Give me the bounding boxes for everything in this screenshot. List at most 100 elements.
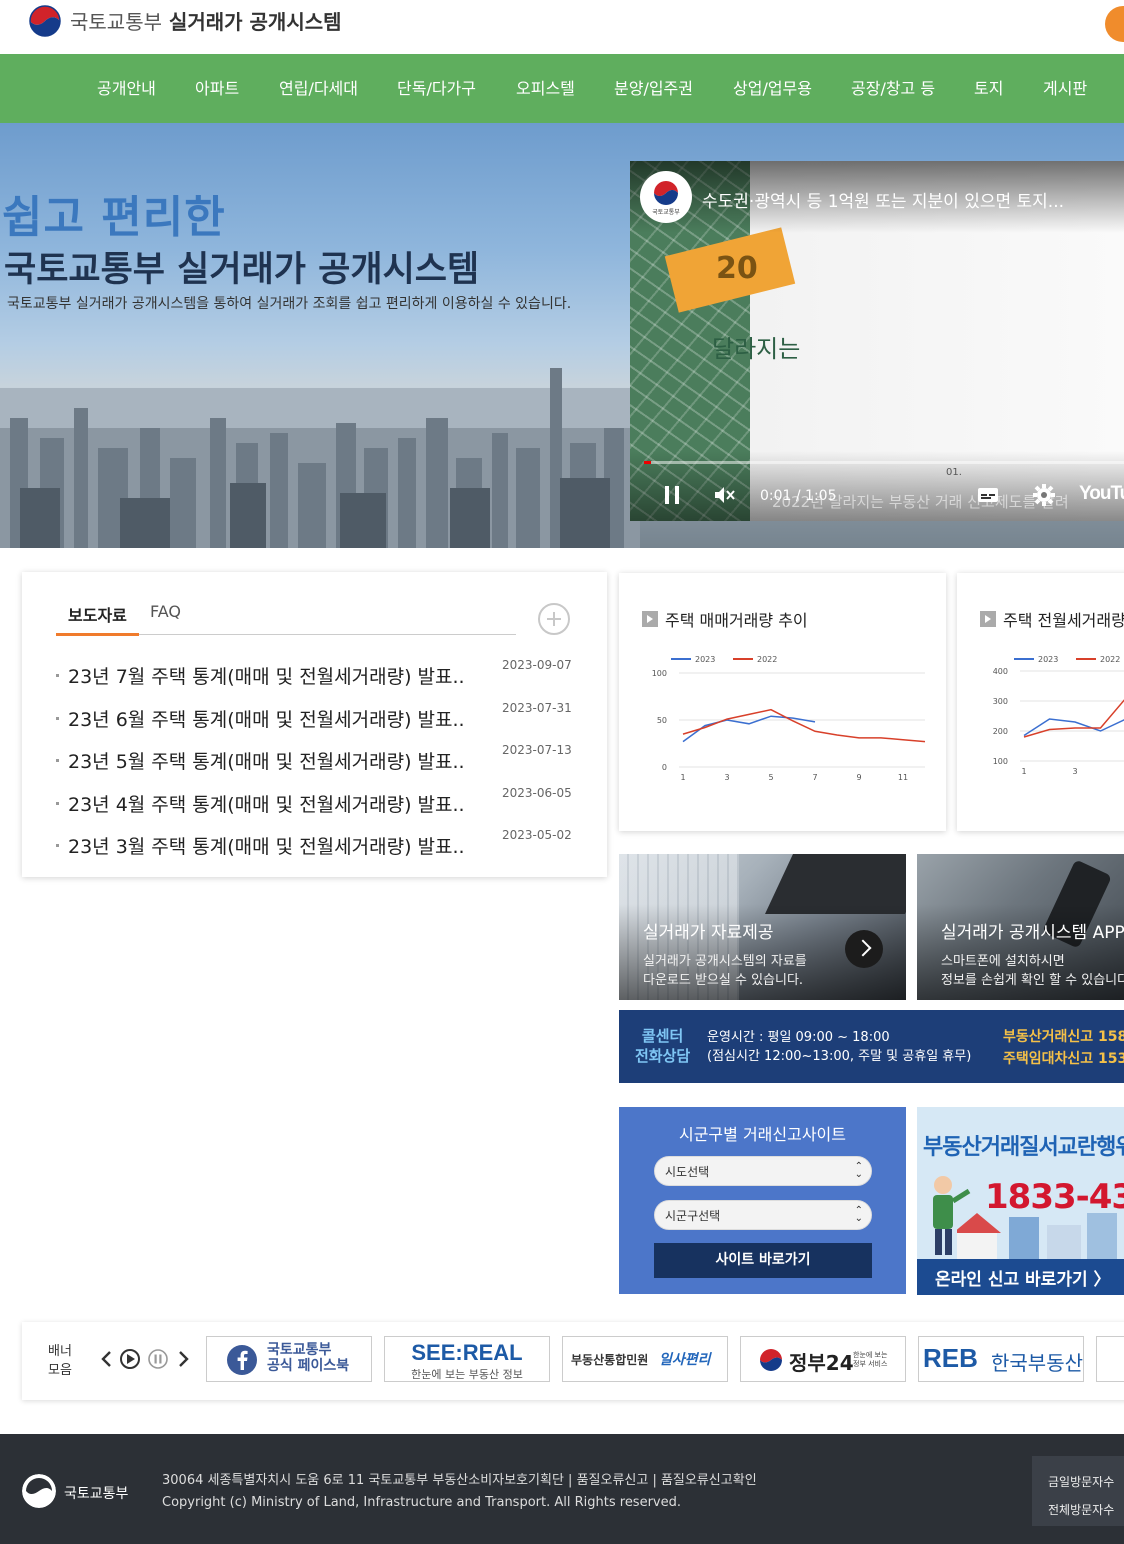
tab-press-release[interactable]: 보도자료 <box>68 602 127 626</box>
visitor-stats: 금일방문자수 전체방문자수 <box>1032 1456 1124 1526</box>
site-brand[interactable]: 국토교통부 실거래가 공개시스템 <box>70 6 342 35</box>
subtitles-icon[interactable] <box>976 483 1000 507</box>
legend-label: 2022 <box>1100 655 1120 664</box>
news-list-item[interactable]: 23년 3월 주택 통계(매매 및 전월세거래량) 발표.. 2023-05-0… <box>56 828 586 870</box>
active-tab-indicator <box>56 633 139 636</box>
news-panel: 보도자료 FAQ 23년 7월 주택 통계(매매 및 전월세거래량) 발표.. … <box>22 572 607 877</box>
news-date: 2023-07-13 <box>502 743 572 757</box>
online-report-link[interactable]: 온라인 신고 바로가기 〉 <box>935 1265 1111 1290</box>
banner-next[interactable] <box>1096 1336 1124 1382</box>
arrow-right-icon[interactable] <box>845 930 883 968</box>
site-selector-title: 시군구별 거래신고사이트 <box>678 1125 846 1144</box>
city-skyline-image <box>0 368 640 548</box>
banner-description: 스마트폰에 설치하시면 정보를 손쉽게 확인 할 수 있습니다. <box>941 954 1124 988</box>
report-poster-banner[interactable]: 부동산거래질서교란행위 1833-432 온라인 신고 바로가기 〉 <box>917 1107 1124 1295</box>
banner-description: 실거래가 공개시스템의 자료를 다운로드 받으실 수 있습니다. <box>643 954 807 988</box>
chevron-left-icon[interactable] <box>96 1348 118 1370</box>
legend-label: 2023 <box>1038 655 1058 664</box>
news-date: 2023-09-07 <box>502 658 572 672</box>
channel-avatar[interactable]: 국토교통부 <box>640 171 692 223</box>
mobile-app-banner[interactable]: 실거래가 공개시스템 APP 스마트폰에 설치하시면 정보를 손쉽게 확인 할 … <box>917 854 1124 1000</box>
nav-item-presale[interactable]: 분양/입주권 <box>614 54 693 123</box>
x-tick-label: 9 <box>856 773 861 782</box>
district-select[interactable]: 시군구선택 ⌃ ⌄ <box>654 1200 872 1230</box>
news-list-item[interactable]: 23년 4월 주택 통계(매매 및 전월세거래량) 발표.. 2023-06-0… <box>56 786 586 828</box>
data-download-banner[interactable]: 실거래가 자료제공 실거래가 공개시스템의 자료를 다운로드 받으실 수 있습니… <box>619 854 906 1000</box>
ministry-logo-icon[interactable] <box>27 3 63 39</box>
news-title[interactable]: 23년 6월 주택 통계(매매 및 전월세거래량) 발표.. <box>68 705 465 732</box>
banner-collection-label: 배너 모음 <box>48 1344 72 1378</box>
nav-item-commercial[interactable]: 상업/업무용 <box>733 54 812 123</box>
updown-arrow-icon: ⌃ ⌄ <box>854 1161 863 1180</box>
pause-circle-icon[interactable] <box>147 1348 169 1370</box>
y-tick-label: 400 <box>993 667 1008 676</box>
poster-title: 부동산거래질서교란행위 <box>923 1135 1124 1160</box>
news-list-item[interactable]: 23년 7월 주택 통계(매매 및 전월세거래량) 발표.. 2023-09-0… <box>56 658 586 700</box>
news-list-item[interactable]: 23년 5월 주택 통계(매매 및 전월세거래량) 발표.. 2023-07-1… <box>56 743 586 785</box>
chevron-right-icon <box>980 611 996 627</box>
site-header: 국토교통부 실거래가 공개시스템 <box>0 0 1124 54</box>
nav-item-apartment[interactable]: 아파트 <box>195 54 239 123</box>
pause-icon[interactable] <box>660 483 684 507</box>
video-progress-fill <box>644 461 652 464</box>
poster-phone-number: 1833-432 <box>985 1177 1124 1217</box>
more-plus-icon[interactable] <box>538 603 570 635</box>
banner-gov24[interactable]: 정부24 한눈에 보는 정부 서비스 <box>740 1336 906 1382</box>
x-tick-label: 7 <box>812 773 817 782</box>
banner-reb[interactable]: REB 한국부동산원 <box>918 1336 1084 1382</box>
banner-ilsapyeonri[interactable]: 부동산통합민원 일사편리 <box>562 1336 728 1382</box>
phone-number: 주택임대차신고 1533 <box>1003 1051 1124 1067</box>
news-list-item[interactable]: 23년 6월 주택 통계(매매 및 전월세거래량) 발표.. 2023-07-3… <box>56 701 586 743</box>
hero-description: 국토교통부 실거래가 공개시스템을 통하여 실거래가 조회를 쉽고 편리하게 이… <box>7 296 572 312</box>
news-title[interactable]: 23년 7월 주택 통계(매매 및 전월세거래량) 발표.. <box>68 662 465 689</box>
total-visitors-label: 전체방문자수 <box>1048 1503 1115 1517</box>
chevron-right-icon[interactable] <box>172 1348 194 1370</box>
menu-toggle-button[interactable] <box>1105 6 1124 42</box>
youtube-logo[interactable]: YouTube <box>1079 483 1124 505</box>
news-title[interactable]: 23년 4월 주택 통계(매매 및 전월세거래량) 발표.. <box>68 790 465 817</box>
banner-facebook[interactable]: 국토교통부 공식 페이스북 <box>206 1336 372 1382</box>
legend-label: 2022 <box>757 655 777 664</box>
chart-title[interactable]: 주택 전월세거래량 <box>1003 607 1124 631</box>
footer-address: 30064 세종특별자치시 도움 6로 11 국토교통부 부동산소비자보호기획단… <box>162 1473 757 1510</box>
news-title[interactable]: 23년 5월 주택 통계(매매 및 전월세거래량) 발표.. <box>68 747 465 774</box>
youtube-video-player[interactable]: 20 달라지는 국토교통부 수도권·광역시 등 1억원 또는 지분이 있으면 토… <box>630 161 1124 521</box>
province-select[interactable]: 시도선택 ⌃ ⌄ <box>654 1156 872 1186</box>
news-title[interactable]: 23년 3월 주택 통계(매매 및 전월세거래량) 발표.. <box>68 832 465 859</box>
nav-item-factory[interactable]: 공장/창고 등 <box>851 54 935 123</box>
banner-seereal[interactable]: SEE:REAL 한눈에 보는 부동산 정보 <box>384 1336 550 1382</box>
video-headline: 달라지는 <box>712 335 801 363</box>
y-tick-label: 100 <box>652 669 667 678</box>
y-tick-label: 200 <box>993 727 1008 736</box>
x-tick-label: 1 <box>1021 767 1026 776</box>
hero-tagline: 쉽고 편리한 <box>2 192 226 243</box>
nav-item-detached[interactable]: 단독/다가구 <box>397 54 476 123</box>
video-progress-bar[interactable] <box>644 461 1124 464</box>
legend-label: 2023 <box>695 655 715 664</box>
video-title[interactable]: 수도권·광역시 등 1억원 또는 지분이 있으면 토지... <box>702 187 1064 212</box>
nav-item-officetel[interactable]: 오피스텔 <box>516 54 575 123</box>
today-visitors-label: 금일방문자수 <box>1048 1475 1115 1489</box>
tab-faq[interactable]: FAQ <box>150 602 181 621</box>
nav-item-land[interactable]: 토지 <box>974 54 1003 123</box>
go-to-site-button[interactable]: 사이트 바로가기 <box>654 1243 872 1278</box>
nav-item-board[interactable]: 게시판 <box>1043 54 1087 123</box>
settings-gear-icon[interactable] <box>1032 483 1056 507</box>
y-tick-label: 50 <box>657 716 667 725</box>
chart-title[interactable]: 주택 매매거래량 추이 <box>665 607 808 631</box>
phone-number: 부동산거래신고 1588 <box>1003 1029 1124 1045</box>
nav-item-rowhouse[interactable]: 연립/다세대 <box>279 54 358 123</box>
banner-title: 실거래가 자료제공 <box>643 923 774 943</box>
rent-volume-line-chart: 10020030040013520232022 <box>993 655 1124 776</box>
call-center-bar: 콜센터 전화상담 운영시간 : 평일 09:00 ~ 18:00 (점심시간 1… <box>619 1010 1124 1083</box>
chevron-right-icon <box>642 611 658 627</box>
news-date: 2023-06-05 <box>502 786 572 800</box>
nav-item-guide[interactable]: 공개안내 <box>97 54 156 123</box>
play-icon[interactable] <box>119 1348 141 1370</box>
rent-volume-chart-panel: 주택 전월세거래량 10020030040013520232022 <box>957 573 1124 831</box>
mute-icon[interactable] <box>712 483 736 507</box>
series-line-2022 <box>682 708 926 743</box>
sales-volume-line-chart: 0 50 100 1 3 5 7 9 11 2023 2022 <box>652 655 926 782</box>
footer-logo-icon <box>22 1474 56 1508</box>
video-tag-text: 20 <box>716 251 758 286</box>
